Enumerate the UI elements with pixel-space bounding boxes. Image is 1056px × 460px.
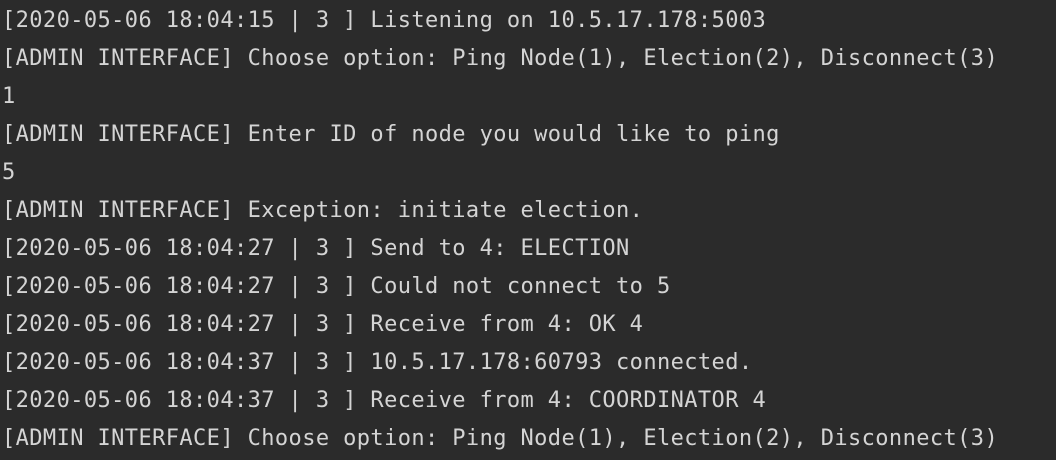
log-line-user-input-option: 1	[2, 84, 16, 109]
log-line-receive-coordinator: [2020-05-06 18:04:37 | 3 ] Receive from …	[2, 388, 767, 413]
console-output[interactable]: [2020-05-06 18:04:15 | 3 ] Listening on …	[0, 0, 1056, 460]
log-line-peer-connected: [2020-05-06 18:04:37 | 3 ] 10.5.17.178:6…	[2, 350, 753, 375]
log-line-user-input-node-id: 5	[2, 160, 16, 185]
log-line-admin-choose-option: [ADMIN INTERFACE] Choose option: Ping No…	[2, 46, 999, 71]
log-line-admin-exception: [ADMIN INTERFACE] Exception: initiate el…	[2, 198, 644, 223]
log-line-listening: [2020-05-06 18:04:15 | 3 ] Listening on …	[2, 8, 767, 33]
log-line-receive-ok: [2020-05-06 18:04:27 | 3 ] Receive from …	[2, 312, 644, 337]
log-line-send-election: [2020-05-06 18:04:27 | 3 ] Send to 4: EL…	[2, 236, 630, 261]
log-line-connect-failed: [2020-05-06 18:04:27 | 3 ] Could not con…	[2, 274, 671, 299]
log-line-admin-choose-option-repeat: [ADMIN INTERFACE] Choose option: Ping No…	[2, 426, 999, 451]
log-line-admin-enter-node-id: [ADMIN INTERFACE] Enter ID of node you w…	[2, 122, 780, 147]
